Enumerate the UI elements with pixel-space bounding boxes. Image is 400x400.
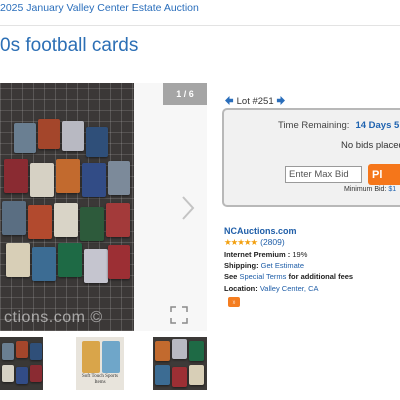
shipping-estimate-link[interactable]: Get Estimate	[261, 261, 304, 270]
card-image	[108, 245, 130, 279]
next-lot-arrow-icon[interactable]	[276, 96, 286, 105]
card-image	[4, 159, 28, 193]
thumbnail-3[interactable]	[153, 337, 207, 390]
thumbnail-2[interactable]: Soft Touch Sports Items	[76, 337, 124, 390]
previous-lot-arrow-icon[interactable]	[225, 96, 234, 105]
card-image	[82, 163, 106, 197]
minimum-bid-value: $1	[388, 186, 397, 193]
rss-icon[interactable]: ))	[228, 297, 240, 307]
special-terms: See Special Terms for additional fees	[224, 272, 354, 281]
watermark: ctions.com ©	[4, 309, 103, 326]
card-image	[54, 203, 78, 237]
time-remaining: Time Remaining: 14 Days 5 H	[278, 120, 400, 131]
page-title: 0s football cards	[0, 35, 139, 56]
card-image	[56, 159, 80, 193]
place-bid-button[interactable]: Pl	[368, 164, 400, 185]
card-image	[6, 243, 30, 277]
thumbnail-1[interactable]	[0, 337, 43, 390]
card-image	[38, 119, 60, 149]
internet-premium-value: 19%	[292, 250, 308, 259]
main-photo[interactable]: ctions.com ©	[0, 83, 134, 331]
next-arrow-icon[interactable]	[178, 194, 198, 222]
card-image	[106, 203, 130, 237]
rating-stars-icon: ★★★★★	[224, 237, 258, 247]
lot-navigation: Lot #251	[225, 96, 286, 107]
minimum-bid-label: Minimum Bid:	[344, 186, 387, 193]
thumbnail-caption: Soft Touch Sports Items	[82, 374, 118, 385]
location-link[interactable]: Valley Center, CA	[260, 284, 319, 293]
location: Location: Valley Center, CA	[224, 284, 319, 293]
card-image	[84, 249, 108, 283]
time-remaining-value: 14 Days 5 H	[355, 120, 400, 131]
seller-rating[interactable]: ★★★★★ (2809)	[224, 237, 285, 248]
max-bid-input[interactable]	[285, 166, 362, 183]
shipping: Shipping: Get Estimate	[224, 261, 305, 270]
lot-number: Lot #251	[236, 96, 274, 107]
bid-status: No bids placed	[341, 140, 400, 151]
special-terms-link[interactable]: Special Terms	[239, 272, 286, 281]
card-image	[2, 201, 26, 235]
card-image	[108, 161, 130, 195]
card-image	[32, 247, 56, 281]
seller-link[interactable]: NCAuctions.com	[224, 226, 297, 236]
card-image	[30, 163, 54, 197]
card-image	[62, 121, 84, 151]
fullscreen-icon[interactable]	[170, 306, 188, 324]
minimum-bid: Minimum Bid: $1	[344, 186, 396, 193]
internet-premium: Internet Premium : 19%	[224, 250, 308, 259]
image-counter: 1 / 6	[163, 83, 207, 105]
card-image	[80, 207, 104, 241]
card-image	[86, 127, 108, 157]
card-image	[28, 205, 52, 239]
rating-count: (2809)	[260, 237, 285, 247]
card-image	[14, 123, 36, 153]
breadcrumb[interactable]: 2025 January Valley Center Estate Auctio…	[0, 2, 199, 14]
card-image	[58, 243, 82, 277]
header-divider	[0, 25, 400, 26]
time-remaining-label: Time Remaining:	[278, 120, 350, 131]
